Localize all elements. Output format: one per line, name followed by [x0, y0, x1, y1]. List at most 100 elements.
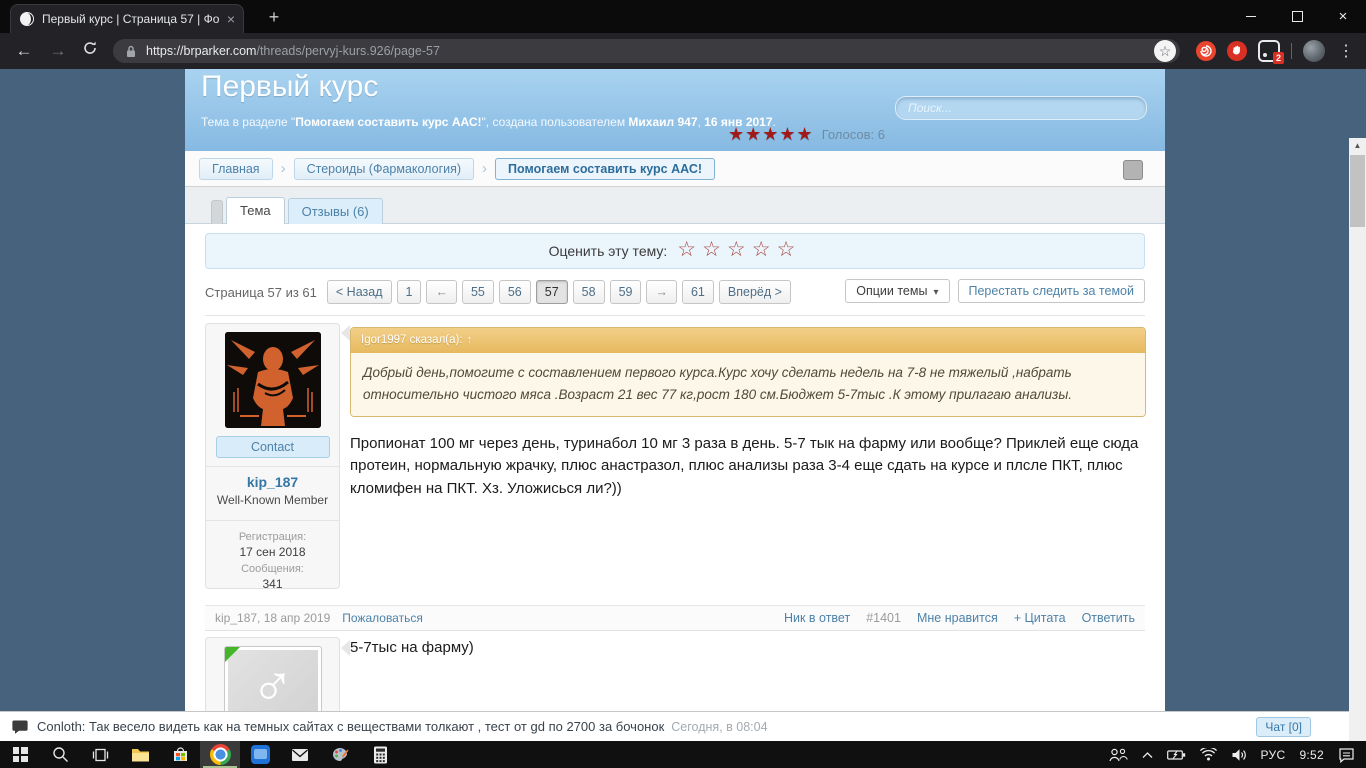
file-explorer-icon[interactable]	[120, 741, 160, 768]
battery-icon[interactable]	[1160, 741, 1193, 768]
unwatch-thread-button[interactable]: Перестать следить за темой	[958, 279, 1146, 303]
messages-value: 341	[208, 577, 337, 591]
avatar[interactable]	[225, 332, 321, 428]
author-link[interactable]: Михаил 947	[628, 115, 697, 129]
registration-label: Регистрация:	[208, 531, 337, 543]
quote-jump-icon[interactable]: ↑	[467, 334, 473, 346]
window-maximize-button[interactable]	[1274, 0, 1320, 33]
user-stats: Регистрация: 17 сен 2018 Сообщения: 341	[206, 520, 339, 597]
url-path: /threads/pervyj-kurs.926/page-57	[256, 44, 439, 58]
user-card: Contact kip_187 Well-Known Member Регист…	[205, 323, 340, 589]
contact-button[interactable]: Contact	[216, 436, 330, 458]
thread-options-button[interactable]: Опции темы▾	[845, 279, 949, 303]
like-link[interactable]: Мне нравится	[917, 611, 998, 625]
male-symbol-icon: ♂	[225, 653, 321, 720]
mail-icon[interactable]	[280, 741, 320, 768]
page-button[interactable]: 55	[462, 280, 494, 304]
thread-tools: Опции темы▾ Перестать следить за темой	[845, 279, 1145, 303]
reply-link[interactable]: Ответить	[1082, 611, 1135, 625]
post-message: 5-7тыс на фарму)	[350, 639, 474, 656]
scrollbar-thumb[interactable]	[1350, 155, 1365, 227]
breadcrumb-thread[interactable]: Помогаем составить курс ААС!	[495, 158, 715, 180]
page-button[interactable]: 1	[397, 280, 422, 304]
extensions-area: 2 ⋮	[1196, 33, 1356, 69]
page-button-current[interactable]: 57	[536, 280, 568, 304]
page-button[interactable]: 58	[573, 280, 605, 304]
chat-bubble-icon	[12, 719, 28, 735]
tray-chevron-up-icon[interactable]	[1135, 741, 1160, 768]
page-skip-back-button[interactable]: ←	[426, 280, 457, 304]
page-next-button[interactable]: Вперёд >	[719, 280, 791, 304]
page-title: Первый курс	[201, 70, 378, 104]
post-number-link[interactable]: #1401	[866, 611, 901, 625]
breadcrumb-forum[interactable]: Стероиды (Фармакология)	[294, 158, 474, 180]
page-prev-button[interactable]: < Назад	[327, 280, 392, 304]
report-link[interactable]: Пожаловаться	[342, 611, 423, 625]
lock-icon[interactable]	[125, 44, 137, 59]
new-tab-button[interactable]: +	[262, 6, 286, 30]
window-close-button[interactable]: ×	[1320, 0, 1366, 33]
people-icon[interactable]	[1101, 741, 1135, 768]
clock[interactable]: 9:52	[1292, 741, 1331, 768]
forward-icon[interactable]: →	[46, 40, 70, 62]
post-footer: kip_187, 18 апр 2019 Пожаловаться Ник в …	[205, 605, 1145, 630]
browser-toolbar: ← → https://brparker.com/threads/pervyj-…	[0, 33, 1366, 69]
reload-icon[interactable]	[82, 40, 106, 62]
browser-profile-avatar[interactable]	[1303, 40, 1325, 62]
reply-nick-link[interactable]: Ник в ответ	[784, 611, 850, 625]
browser-tab[interactable]: Первый курс | Страница 57 | Фо ×	[10, 4, 244, 33]
section-link[interactable]: Помогаем составить курс ААС!	[295, 115, 481, 129]
chat-bar: Conloth: Так весело видеть как на темных…	[0, 711, 1349, 741]
taskbar-search-icon[interactable]	[40, 741, 80, 768]
bookmark-star-icon[interactable]: ☆	[1154, 40, 1176, 62]
search-input[interactable]	[896, 97, 1146, 119]
username-link[interactable]: kip_187	[208, 474, 337, 490]
rate-stars-input[interactable]: ☆☆☆☆☆	[677, 237, 801, 262]
microsoft-store-icon[interactable]	[160, 741, 200, 768]
taskbar: РУС 9:52	[0, 741, 1366, 768]
tab-close-icon[interactable]: ×	[227, 12, 235, 26]
forum-wrapper: Первый курс Тема в разделе "Помогаем сос…	[185, 69, 1165, 741]
messages-label: Сообщения:	[208, 563, 337, 575]
wifi-icon[interactable]	[1193, 741, 1224, 768]
language-indicator[interactable]: РУС	[1254, 741, 1293, 768]
url-bar[interactable]: https://brparker.com/threads/pervyj-kurs…	[113, 39, 1180, 63]
page-button[interactable]: 56	[499, 280, 531, 304]
user-info: kip_187 Well-Known Member	[206, 466, 339, 514]
chat-message[interactable]: Conloth: Так весело видеть как на темных…	[37, 719, 664, 734]
chat-button[interactable]: Чат [0]	[1256, 717, 1311, 737]
paint-icon[interactable]	[320, 741, 360, 768]
task-view-icon[interactable]	[80, 741, 120, 768]
quick-navigation-button[interactable]	[1123, 160, 1143, 180]
page-skip-forward-button[interactable]: →	[646, 280, 677, 304]
scroll-up-icon[interactable]: ▲	[1349, 138, 1366, 154]
pagination: Страница 57 из 61 < Назад 1 ← 55 56 57 5…	[205, 279, 796, 305]
chrome-taskbar-icon[interactable]	[200, 741, 240, 768]
message-pointer	[333, 640, 350, 656]
browser-menu-icon[interactable]: ⋮	[1336, 41, 1356, 61]
quote-header: Igor1997 сказал(а):↑	[351, 328, 1145, 353]
action-center-icon[interactable]	[1331, 741, 1366, 768]
subtitle-prefix: Тема в разделе "	[201, 115, 295, 129]
quote-link[interactable]: + Цитата	[1014, 611, 1066, 625]
stop-hand-extension-icon[interactable]	[1227, 41, 1247, 61]
back-icon[interactable]: ←	[12, 40, 36, 62]
window-minimize-button[interactable]	[1228, 0, 1274, 33]
calculator-icon[interactable]	[360, 741, 400, 768]
chevron-right-icon: ›	[281, 160, 286, 177]
tab-reviews[interactable]: Отзывы (6)	[288, 198, 383, 224]
red-target-extension-icon[interactable]	[1196, 41, 1216, 61]
page-button[interactable]: 59	[610, 280, 642, 304]
thread-panel: Оценить эту тему: ☆☆☆☆☆ Страница 57 из 6…	[185, 223, 1165, 741]
page-button[interactable]: 61	[682, 280, 714, 304]
chrome-logo-icon	[210, 744, 231, 765]
volume-icon[interactable]	[1224, 741, 1254, 768]
blocker-extension-icon[interactable]: 2	[1258, 40, 1280, 62]
page-scrollbar[interactable]: ▲ ▼	[1349, 138, 1366, 741]
breadcrumb-home[interactable]: Главная	[199, 158, 273, 180]
blue-app-icon	[251, 745, 270, 764]
tab-theme[interactable]: Тема	[226, 197, 285, 224]
windows-logo-icon	[13, 747, 28, 762]
movies-tv-icon[interactable]	[240, 741, 280, 768]
start-button[interactable]	[0, 741, 40, 768]
